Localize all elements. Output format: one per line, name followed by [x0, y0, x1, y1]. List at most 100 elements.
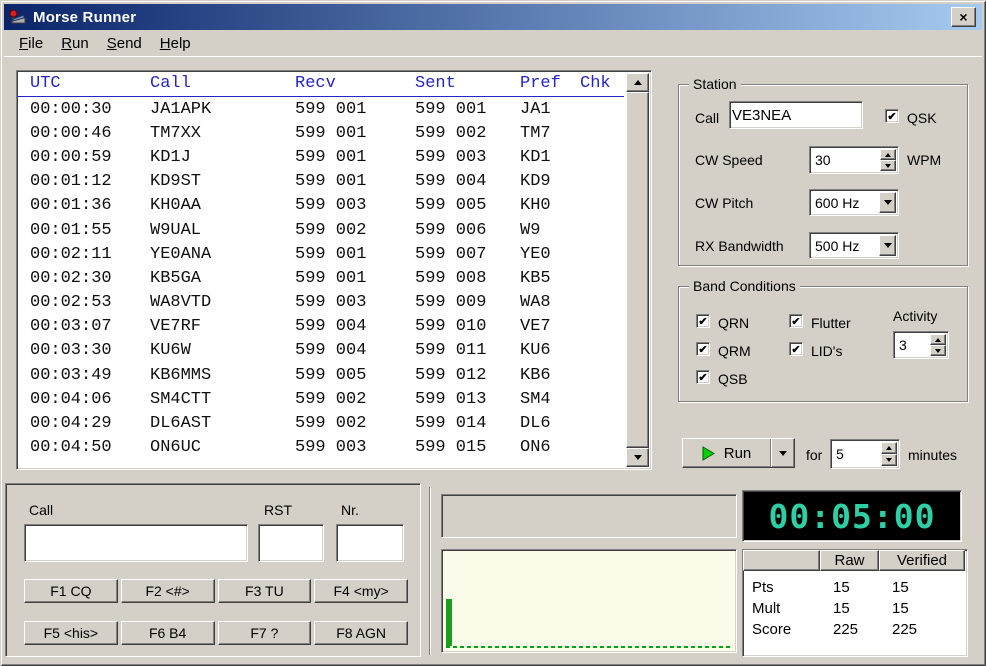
fkey-button-f6[interactable]: F6 B4 — [121, 621, 215, 645]
station-call-input[interactable] — [732, 104, 860, 126]
lids-label: LID's — [811, 343, 842, 359]
station-call-field[interactable] — [729, 101, 863, 129]
log-cell: 00:01:36 — [30, 196, 150, 215]
log-row: 00:00:30JA1APK599 001599 001JA1 — [17, 97, 651, 121]
entry-nr-input[interactable] — [339, 527, 401, 559]
cw-speed-up-button[interactable] — [880, 149, 896, 160]
entry-call-label: Call — [29, 502, 53, 518]
duration-up-button[interactable] — [881, 442, 897, 454]
fkey-button-f2[interactable]: F2 <#> — [121, 579, 215, 603]
log-cell: 599 001 — [415, 100, 520, 119]
log-cell: 599 003 — [295, 196, 415, 215]
log-cell: KD1J — [150, 148, 295, 167]
log-cell: 599 007 — [415, 245, 520, 264]
spin-down-icon — [935, 349, 941, 353]
menu-item-send[interactable]: Send — [98, 32, 151, 55]
qsb-checkbox[interactable]: ✔ — [696, 370, 710, 384]
band-conditions-title: Band Conditions — [689, 278, 800, 294]
log-cell: 599 006 — [415, 221, 520, 240]
log-cell: KD1 — [520, 148, 580, 167]
log-cell: 00:02:11 — [30, 245, 150, 264]
qrm-label: QRM — [718, 343, 751, 359]
log-row: 00:03:49KB6MMS599 005599 012KB6 — [17, 363, 651, 387]
activity-up-button[interactable] — [930, 334, 946, 345]
cw-speed-value: 30 — [815, 152, 831, 168]
fkey-button-f7[interactable]: F7 ? — [218, 621, 312, 645]
duration-down-button[interactable] — [881, 454, 897, 466]
score-verified-value: 225 — [879, 621, 965, 638]
log-cell: VE7RF — [150, 317, 295, 336]
log-header: UTCCallRecvSentPrefChk — [17, 71, 624, 97]
rx-bandwidth-label: RX Bandwidth — [695, 238, 784, 254]
fkey-button-f5[interactable]: F5 <his> — [24, 621, 118, 645]
entry-call-field[interactable] — [24, 524, 248, 562]
close-button[interactable]: × — [951, 7, 976, 27]
run-dropdown-button[interactable] — [770, 439, 794, 467]
scroll-up-button[interactable] — [626, 73, 649, 92]
rx-bandwidth-dropdown-button[interactable] — [879, 235, 896, 256]
scroll-up-icon — [634, 80, 642, 85]
fkey-button-f8[interactable]: F8 AGN — [314, 621, 408, 645]
score-verified-value: 15 — [879, 579, 965, 596]
entry-nr-field[interactable] — [336, 524, 404, 562]
activity-spinbox[interactable]: 3 — [893, 331, 949, 359]
spin-down-icon — [886, 458, 892, 462]
scroll-thumb[interactable] — [626, 92, 649, 448]
log-cell: 599 005 — [295, 366, 415, 385]
entry-rst-label: RST — [264, 502, 292, 518]
run-button-main[interactable]: Run — [683, 439, 770, 467]
log-cell: KH0 — [520, 196, 580, 215]
activity-down-button[interactable] — [930, 345, 946, 356]
entry-rst-input[interactable] — [261, 527, 321, 559]
score-row: Score225225 — [743, 619, 967, 640]
menu-item-help[interactable]: Help — [151, 32, 200, 55]
lids-checkbox[interactable]: ✔ — [789, 342, 803, 356]
run-button[interactable]: Run — [682, 438, 795, 468]
log-cell: 599 003 — [295, 293, 415, 312]
rate-histogram — [441, 549, 737, 653]
qrn-checkbox[interactable]: ✔ — [696, 314, 710, 328]
log-cell: SM4CTT — [150, 390, 295, 409]
log-cell: 599 003 — [415, 148, 520, 167]
cw-speed-spinbox[interactable]: 30 — [809, 146, 899, 174]
scroll-down-button[interactable] — [626, 448, 649, 467]
log-row: 00:04:06SM4CTT599 002599 013SM4 — [17, 387, 651, 411]
cw-pitch-label: CW Pitch — [695, 195, 753, 211]
entry-rst-field[interactable] — [258, 524, 324, 562]
qsk-checkbox[interactable]: ✔ — [885, 109, 899, 123]
fkey-button-f4[interactable]: F4 <my> — [314, 579, 408, 603]
menu-item-file[interactable]: File — [10, 32, 52, 55]
log-cell: KH0AA — [150, 196, 295, 215]
rx-bandwidth-dropdown[interactable]: 500 Hz — [809, 232, 899, 259]
score-row: Pts1515 — [743, 577, 967, 598]
fkey-button-f3[interactable]: F3 TU — [218, 579, 312, 603]
log-cell: 599 008 — [415, 269, 520, 288]
qrm-checkbox[interactable]: ✔ — [696, 342, 710, 356]
score-column-header — [743, 550, 820, 571]
log-cell: 599 009 — [415, 293, 520, 312]
log-cell: VE7 — [520, 317, 580, 336]
log-cell: KB6 — [520, 366, 580, 385]
log-row: 00:02:53WA8VTD599 003599 009WA8 — [17, 291, 651, 315]
log-cell: TM7 — [520, 124, 580, 143]
score-panel: RawVerified Pts1515Mult1515Score225225 — [742, 549, 968, 657]
log-cell: KD9 — [520, 172, 580, 191]
menu-item-run[interactable]: Run — [52, 32, 98, 55]
cw-pitch-dropdown-button[interactable] — [879, 192, 896, 213]
entry-call-input[interactable] — [27, 527, 245, 559]
log-cell: 599 001 — [295, 124, 415, 143]
score-row-label: Pts — [743, 579, 820, 596]
flutter-checkbox[interactable]: ✔ — [789, 314, 803, 328]
fkey-button-f1[interactable]: F1 CQ — [24, 579, 118, 603]
log-column-header: Call — [150, 74, 295, 93]
check-icon: ✔ — [698, 371, 707, 384]
duration-spinbox[interactable]: 5 — [830, 439, 900, 469]
cw-speed-down-button[interactable] — [880, 160, 896, 171]
cw-pitch-dropdown[interactable]: 600 Hz — [809, 189, 899, 216]
rate-bar — [446, 599, 452, 646]
check-icon: ✔ — [791, 315, 800, 328]
check-icon: ✔ — [698, 343, 707, 356]
score-verified-value: 15 — [879, 600, 965, 617]
log-scrollbar[interactable] — [626, 73, 649, 467]
log-row: 00:00:59KD1J599 001599 003KD1 — [17, 145, 651, 169]
